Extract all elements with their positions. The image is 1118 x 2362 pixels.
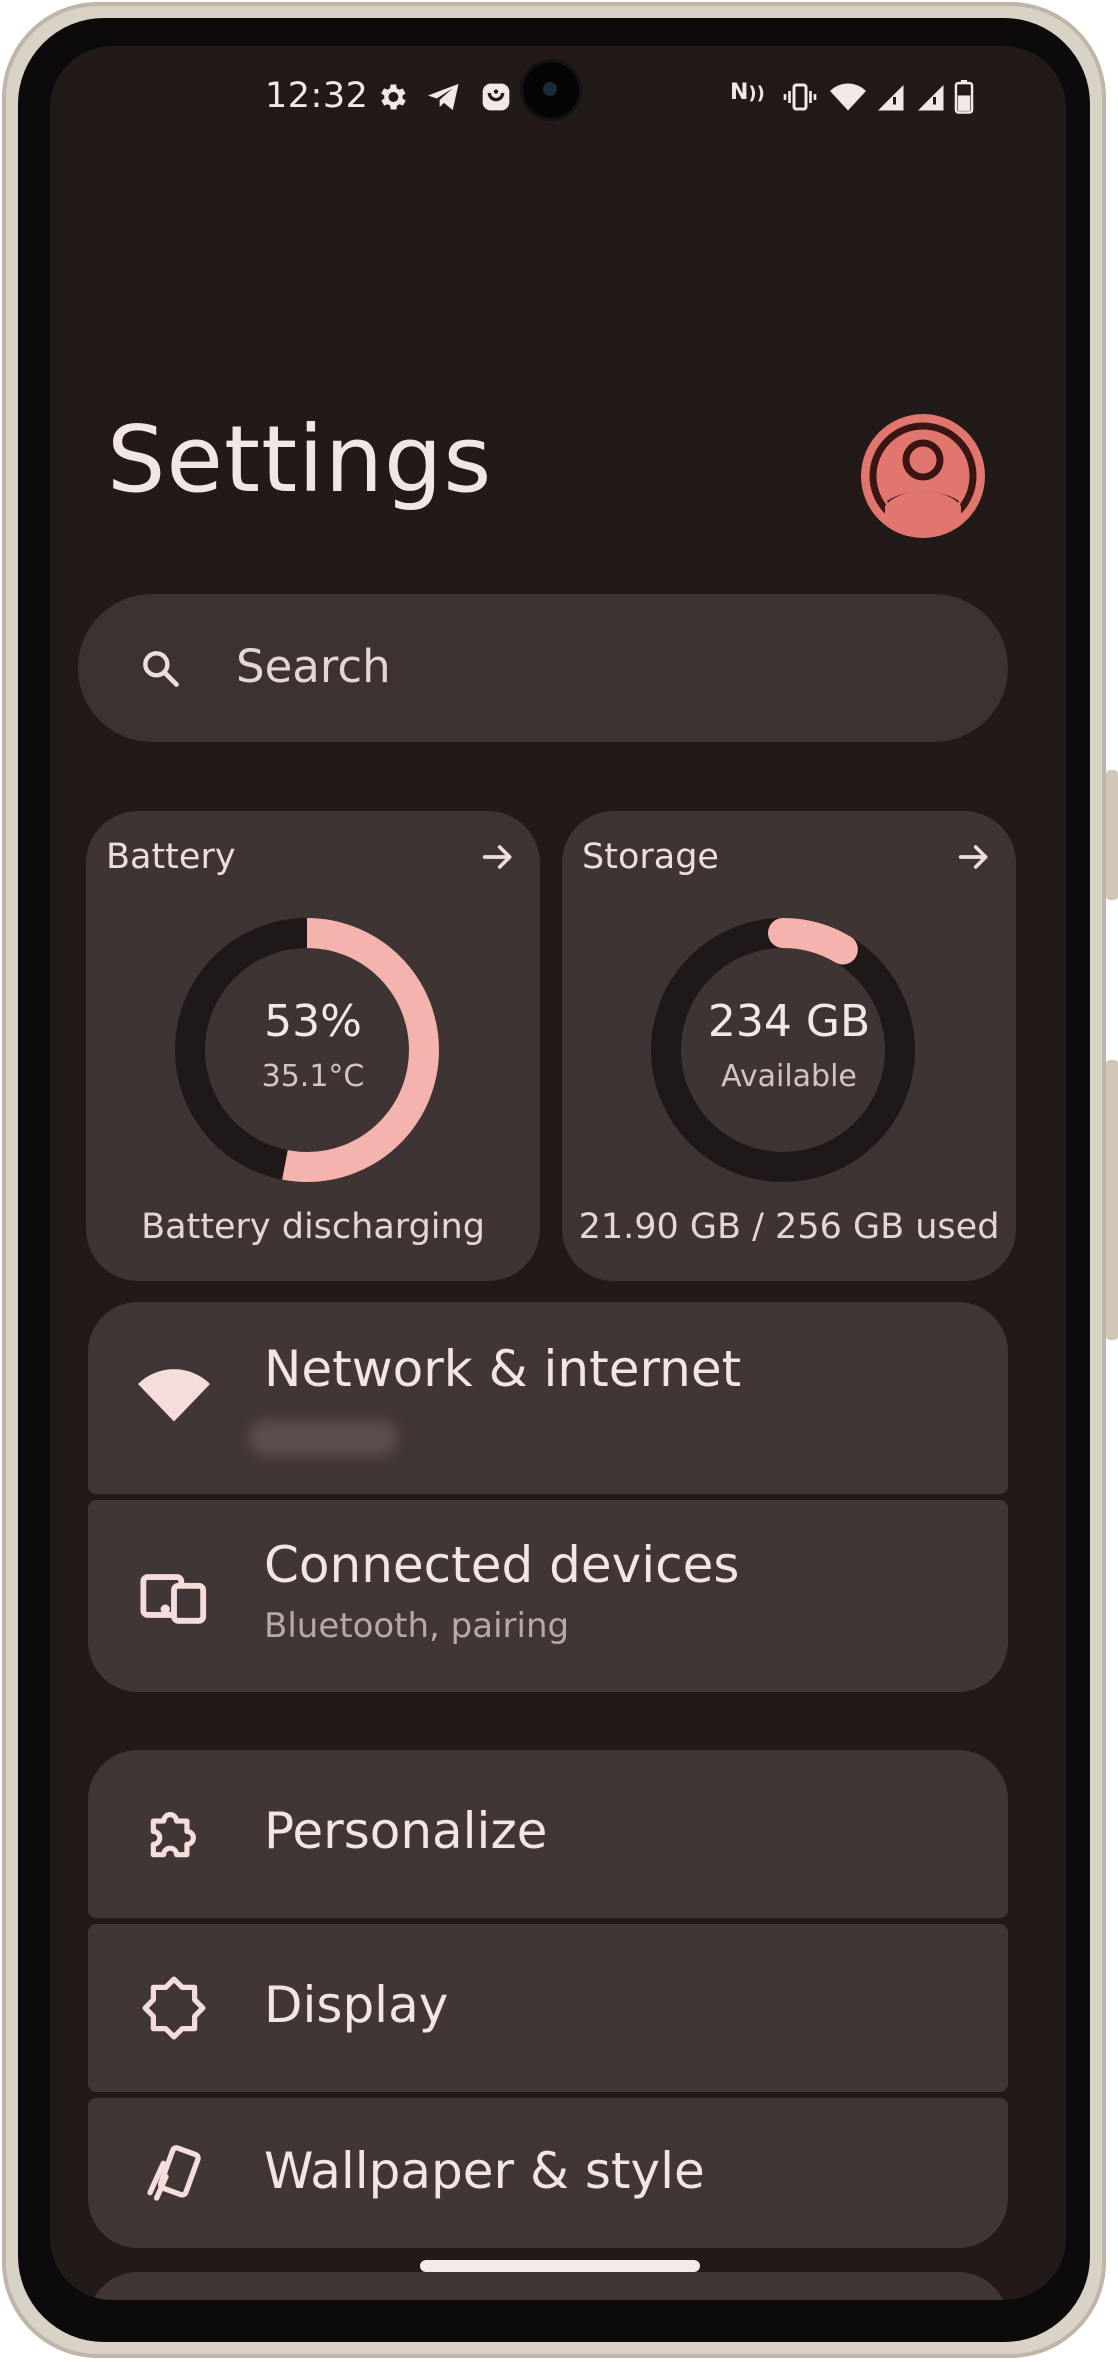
battery-card[interactable]: Battery 53% 35.1°C Battery discharging: [86, 811, 540, 1281]
wifi-icon: [828, 78, 868, 116]
battery-gauge: [175, 918, 439, 1182]
search-bar[interactable]: Search: [78, 594, 1008, 742]
battery-card-title: Battery: [106, 837, 236, 877]
nfc-icon: N)): [730, 80, 765, 105]
storage-usage: 21.90 GB / 256 GB used: [578, 1207, 1000, 1247]
item-title: Wallpaper & style: [264, 2142, 705, 2200]
gear-icon: [373, 78, 411, 116]
settings-item-personalize[interactable]: Personalize: [88, 1750, 1008, 1918]
battery-percent: 53%: [264, 996, 362, 1047]
account-avatar-button[interactable]: [861, 414, 985, 538]
gesture-home-bar[interactable]: [420, 2260, 700, 2272]
battery-status: Battery discharging: [141, 1207, 485, 1247]
settings-item-next-partial[interactable]: [88, 2272, 1008, 2300]
item-title: Display: [264, 1976, 449, 2034]
devices-icon: [138, 1560, 210, 1632]
wifi-icon: [138, 1360, 210, 1432]
status-time: 12:32: [265, 76, 369, 116]
arrow-right-icon: [954, 837, 994, 877]
storage-gauge: [651, 918, 915, 1182]
signal-icon: [872, 78, 908, 116]
redacted-network-name: [248, 1420, 398, 1456]
wallpaper-icon: [138, 2138, 210, 2210]
settings-item-display[interactable]: Display: [88, 1924, 1008, 2092]
app-notification-icon: [478, 78, 514, 116]
settings-item-network[interactable]: Network & internet: [88, 1302, 1008, 1494]
brightness-icon: [138, 1972, 210, 2044]
settings-screen: 12:32 N)) Settings Search Battery 53% 35…: [50, 46, 1066, 2300]
settings-item-wallpaper[interactable]: Wallpaper & style: [88, 2098, 1008, 2248]
storage-available-label: Available: [721, 1059, 857, 1094]
search-icon: [138, 646, 182, 690]
settings-item-connected-devices[interactable]: Connected devices Bluetooth, pairing: [88, 1500, 1008, 1692]
front-camera: [523, 62, 579, 118]
search-placeholder: Search: [236, 640, 391, 693]
status-bar: 12:32 N)): [50, 46, 1066, 156]
item-title: Personalize: [264, 1802, 548, 1860]
page-title: Settings: [107, 406, 493, 513]
vibrate-icon: [780, 78, 820, 116]
item-title: Network & internet: [264, 1340, 742, 1398]
item-subtitle: Bluetooth, pairing: [264, 1606, 570, 1646]
storage-card-title: Storage: [582, 837, 719, 877]
account-icon: [869, 422, 977, 536]
telegram-icon: [424, 78, 464, 116]
signal-icon: [912, 78, 948, 116]
storage-available: 234 GB: [707, 996, 871, 1047]
storage-card[interactable]: Storage 234 GB Available 21.90 GB / 256 …: [562, 811, 1016, 1281]
volume-button: [1106, 1060, 1118, 1340]
arrow-right-icon: [478, 837, 518, 877]
battery-temperature: 35.1°C: [261, 1059, 365, 1094]
puzzle-icon: [138, 1798, 210, 1870]
battery-icon: [950, 78, 978, 116]
item-title: Connected devices: [264, 1536, 740, 1594]
power-button: [1106, 770, 1118, 900]
